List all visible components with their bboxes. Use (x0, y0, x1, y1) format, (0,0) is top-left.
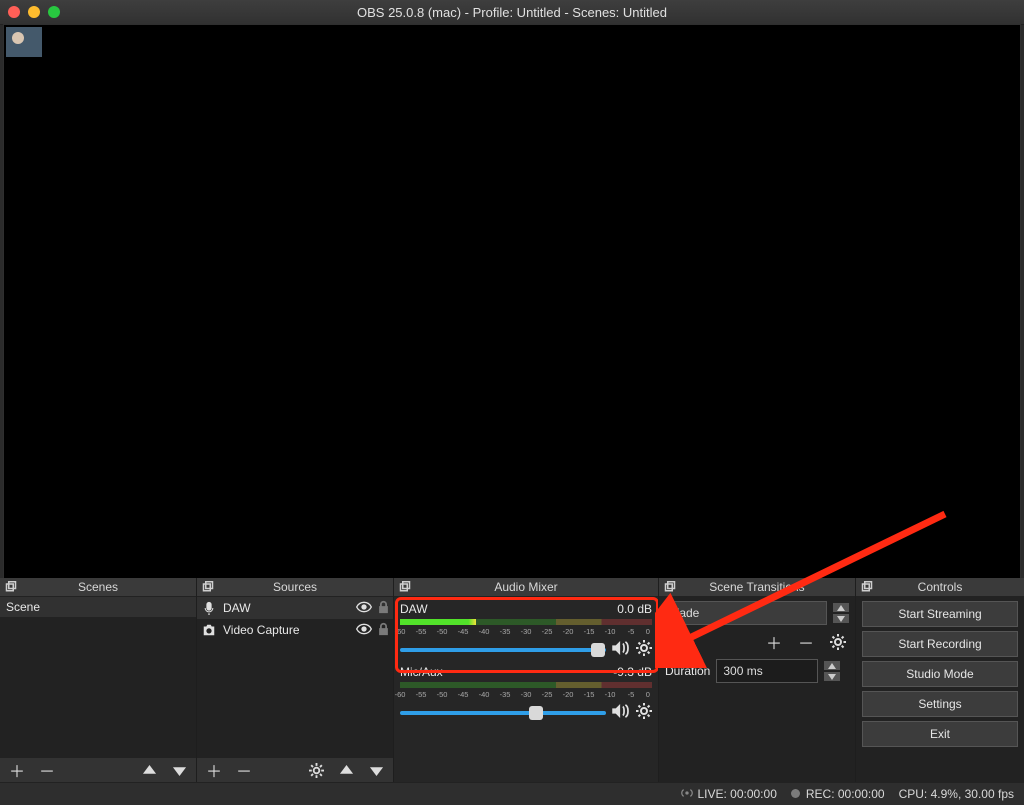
speaker-icon[interactable] (612, 704, 630, 721)
add-source-button[interactable]: ＋ (203, 759, 225, 781)
transition-select[interactable]: Fade (665, 601, 827, 625)
gear-icon[interactable] (636, 640, 652, 659)
popout-icon[interactable] (398, 580, 412, 594)
visibility-icon[interactable] (356, 601, 372, 616)
mixer-track: DAW 0.0 dB -60-55 -50-45 -40-35 -30-25 -… (394, 597, 658, 663)
scene-transitions-panel: Scene Transitions Fade ＋ － Duratio (659, 578, 856, 782)
maximize-window-button[interactable] (48, 6, 60, 18)
sources-panel: Sources DAW Video Capture (197, 578, 394, 782)
close-window-button[interactable] (8, 6, 20, 18)
duration-input[interactable]: 300 ms (716, 659, 818, 683)
add-transition-button[interactable]: ＋ (763, 631, 785, 653)
mixer-track-db: 0.0 dB (617, 602, 652, 616)
lock-icon[interactable] (378, 622, 389, 639)
source-name: DAW (223, 601, 251, 615)
preview-canvas[interactable] (3, 24, 1021, 579)
source-row[interactable]: Video Capture (197, 619, 393, 641)
mixer-track: Mic/Aux -9.3 dB -60-55 -50-45 -40-35 -30… (394, 663, 658, 726)
source-settings-button[interactable] (305, 759, 327, 781)
volume-slider[interactable] (400, 711, 606, 715)
sources-title: Sources (273, 580, 317, 594)
mixer-title: Audio Mixer (494, 580, 557, 594)
popout-icon[interactable] (663, 580, 677, 594)
duration-label: Duration (665, 664, 710, 678)
start-recording-button[interactable]: Start Recording (862, 631, 1018, 657)
gear-icon[interactable] (636, 703, 652, 722)
camera-icon (201, 622, 217, 638)
exit-button[interactable]: Exit (862, 721, 1018, 747)
start-streaming-button[interactable]: Start Streaming (862, 601, 1018, 627)
cpu-status: CPU: 4.9%, 30.00 fps (899, 787, 1014, 801)
live-status: LIVE: 00:00:00 (680, 787, 777, 801)
mixer-track-name: Mic/Aux (400, 665, 443, 679)
move-source-down-button[interactable] (365, 759, 387, 781)
remove-transition-button[interactable]: － (795, 631, 817, 653)
move-scene-down-button[interactable] (168, 759, 190, 781)
move-scene-up-button[interactable] (138, 759, 160, 781)
volume-slider[interactable] (400, 648, 606, 652)
popout-icon[interactable] (860, 580, 874, 594)
scenes-title: Scenes (78, 580, 118, 594)
source-name: Video Capture (223, 623, 300, 637)
add-scene-button[interactable]: ＋ (6, 759, 28, 781)
status-bar: LIVE: 00:00:00 REC: 00:00:00 CPU: 4.9%, … (0, 782, 1024, 805)
minimize-window-button[interactable] (28, 6, 40, 18)
move-source-up-button[interactable] (335, 759, 357, 781)
controls-panel: Controls Start Streaming Start Recording… (856, 578, 1024, 782)
lock-icon[interactable] (378, 600, 389, 617)
mixer-track-name: DAW (400, 602, 428, 616)
controls-title: Controls (918, 580, 963, 594)
audio-meter (400, 619, 476, 625)
transition-settings-button[interactable] (827, 631, 849, 653)
popout-icon[interactable] (4, 580, 18, 594)
transition-select-stepper[interactable] (833, 603, 849, 623)
audio-mixer-panel: Audio Mixer DAW 0.0 dB -60-55 -50-45 -40… (394, 578, 659, 782)
remove-scene-button[interactable]: － (36, 759, 58, 781)
preview-source-thumb[interactable] (6, 27, 42, 57)
window-title: OBS 25.0.8 (mac) - Profile: Untitled - S… (0, 5, 1024, 20)
visibility-icon[interactable] (356, 623, 372, 638)
scene-item[interactable]: Scene (0, 597, 196, 617)
remove-source-button[interactable]: － (233, 759, 255, 781)
mic-icon (201, 600, 217, 616)
meter-ticks: -60-55 -50-45 -40-35 -30-25 -20-15 -10-5… (400, 690, 652, 702)
scenes-panel: Scenes Scene ＋ － (0, 578, 197, 782)
dock-panels: Scenes Scene ＋ － Sources (0, 578, 1024, 782)
rec-status: REC: 00:00:00 (791, 787, 885, 801)
mixer-track-db: -9.3 dB (613, 665, 652, 679)
titlebar: OBS 25.0.8 (mac) - Profile: Untitled - S… (0, 0, 1024, 25)
studio-mode-button[interactable]: Studio Mode (862, 661, 1018, 687)
transitions-title: Scene Transitions (709, 580, 804, 594)
settings-button[interactable]: Settings (862, 691, 1018, 717)
meter-ticks: -60-55 -50-45 -40-35 -30-25 -20-15 -10-5… (400, 627, 652, 639)
speaker-icon[interactable] (612, 641, 630, 658)
popout-icon[interactable] (201, 580, 215, 594)
duration-stepper[interactable] (824, 661, 840, 681)
source-row[interactable]: DAW (197, 597, 393, 619)
